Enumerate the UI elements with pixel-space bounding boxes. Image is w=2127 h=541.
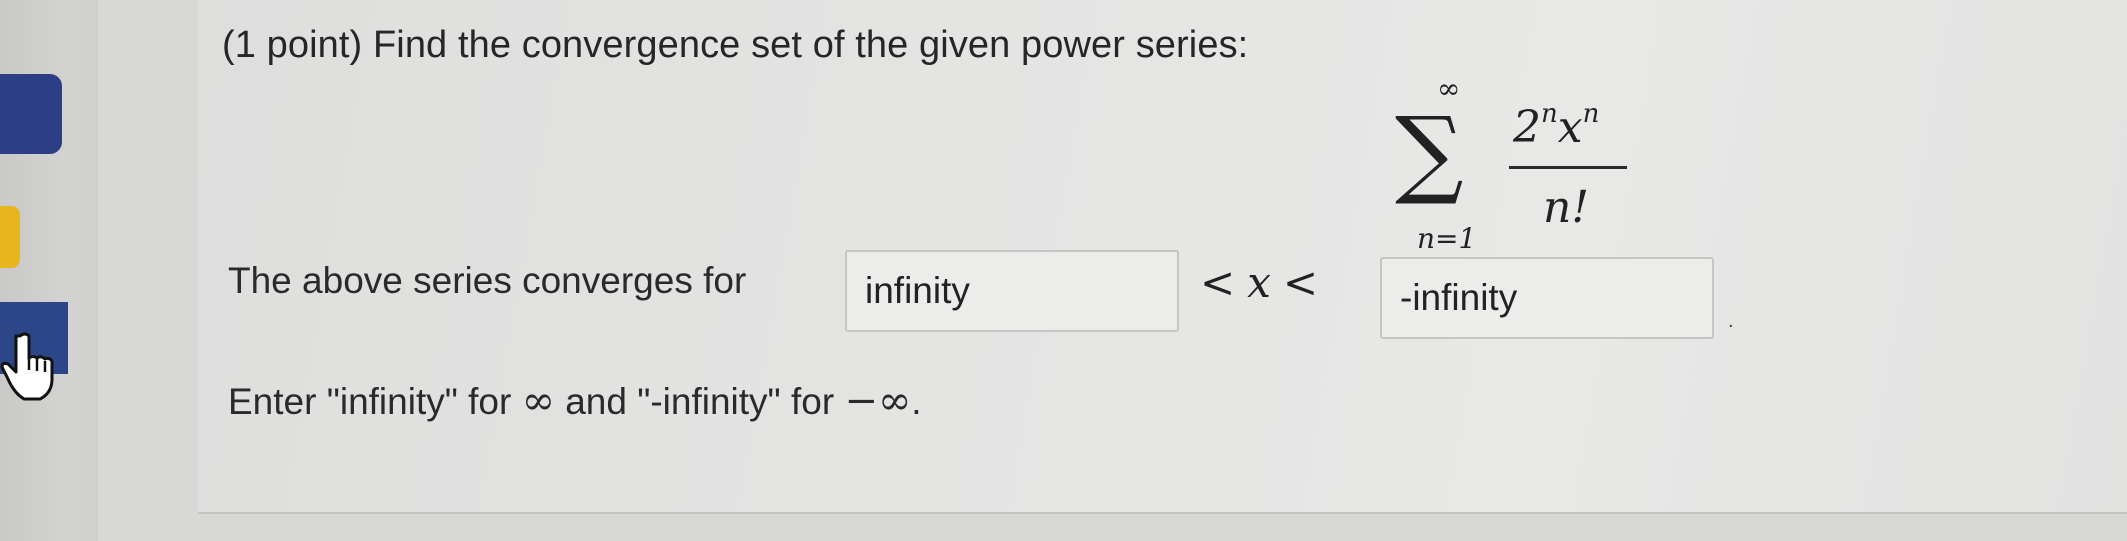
sidebar-tab-blue[interactable] (0, 74, 62, 154)
upper-bound-input[interactable] (1380, 257, 1714, 339)
hint-part-3: . (911, 381, 922, 422)
infinity-symbol: ∞ (521, 378, 555, 424)
hint-part-1: Enter "infinity" for (228, 381, 522, 422)
numerator-base-2: 2 (1513, 102, 1541, 153)
sidebar-tab-yellow[interactable] (0, 206, 20, 268)
sum-lower-limit: n=1 (1417, 222, 1477, 255)
numerator-exponent-n-2: n (1582, 99, 1600, 130)
variable-x: x (1247, 258, 1271, 307)
lower-bound-input[interactable] (845, 250, 1179, 332)
numerator-base-x: x (1557, 102, 1583, 153)
fraction-bar (1509, 166, 1627, 169)
converges-label: The above series converges for (228, 260, 747, 301)
summation-symbol: ∑ (1395, 96, 1464, 208)
negative-infinity-symbol: −∞ (844, 378, 912, 424)
input-hint: Enter "infinity" for ∞ and "-infinity" f… (228, 378, 922, 424)
left-sidebar (0, 0, 98, 541)
less-than-right: < (1282, 258, 1319, 307)
problem-title: (1 point) Find the convergence set of th… (222, 24, 1249, 66)
inequality: < x < (1200, 258, 1318, 307)
fraction-denominator: n! (1543, 182, 1590, 233)
trailing-period: . (1728, 310, 1734, 332)
hand-cursor-icon (0, 332, 54, 401)
fraction-numerator: 2nxn (1513, 99, 1600, 153)
hint-part-2: and "-infinity" for (554, 381, 845, 422)
numerator-exponent-n: n (1541, 99, 1558, 130)
less-than-left: < (1200, 258, 1236, 307)
power-series-formula: ∞ ∑ n=1 2nxn n! (1395, 72, 1655, 257)
